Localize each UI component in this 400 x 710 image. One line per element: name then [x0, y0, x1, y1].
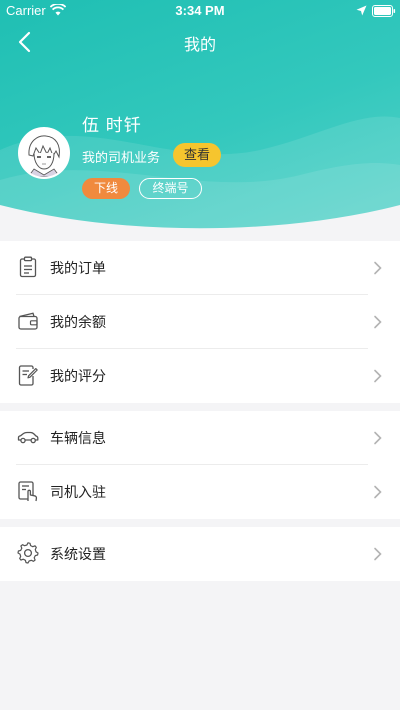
chevron-right-icon — [374, 261, 382, 275]
menu-group-vehicle: 车辆信息 司机入驻 — [0, 411, 400, 519]
clipboard-icon — [19, 256, 37, 278]
menu-item-label: 系统设置 — [50, 546, 106, 562]
tap-card-icon — [18, 481, 38, 502]
edit-note-icon — [18, 365, 38, 386]
chevron-right-icon — [374, 547, 382, 561]
chevron-right-icon — [374, 431, 382, 445]
chevron-right-icon — [374, 485, 382, 499]
status-bar: Carrier 3:34 PM — [0, 0, 400, 22]
menu-item-my-rating[interactable]: 我的评分 — [0, 349, 400, 403]
menu-item-vehicle-info[interactable]: 车辆信息 — [0, 411, 400, 465]
menu-item-label: 我的订单 — [50, 260, 106, 276]
car-icon — [17, 431, 39, 444]
menu-item-label: 司机入驻 — [50, 484, 106, 500]
menu-item-label: 我的余额 — [50, 314, 106, 330]
menu-item-label: 车辆信息 — [50, 430, 106, 446]
user-name: 伍 时钎 — [82, 116, 142, 135]
status-time: 3:34 PM — [175, 3, 225, 18]
menu-group-orders: 我的订单 我的余额 我的评分 — [0, 241, 400, 403]
menu-item-driver-onboarding[interactable]: 司机入驻 — [0, 465, 400, 519]
chevron-right-icon — [374, 315, 382, 329]
chevron-right-icon — [374, 369, 382, 383]
wallet-icon — [18, 312, 38, 330]
avatar[interactable] — [18, 127, 70, 179]
menu-item-label: 我的评分 — [50, 368, 106, 384]
menu-item-my-balance[interactable]: 我的余额 — [0, 295, 400, 349]
terminal-number-tag[interactable]: 终端号 — [139, 178, 202, 199]
menu-item-my-orders[interactable]: 我的订单 — [0, 241, 400, 295]
menu-group-settings: 系统设置 — [0, 527, 400, 581]
menu-item-system-settings[interactable]: 系统设置 — [0, 527, 400, 581]
gear-icon — [17, 542, 39, 564]
profile-header: Carrier 3:34 PM 我的 伍 时钎 我的司机业务 查看 下线 终端号 — [0, 0, 400, 232]
location-arrow-icon — [356, 5, 367, 16]
battery-icon — [372, 5, 396, 17]
driver-business-label: 我的司机业务 — [82, 150, 161, 165]
offline-status-tag[interactable]: 下线 — [82, 178, 130, 199]
page-title: 我的 — [183, 37, 216, 54]
view-button[interactable]: 查看 — [173, 143, 221, 167]
avatar-illustration — [20, 129, 68, 177]
